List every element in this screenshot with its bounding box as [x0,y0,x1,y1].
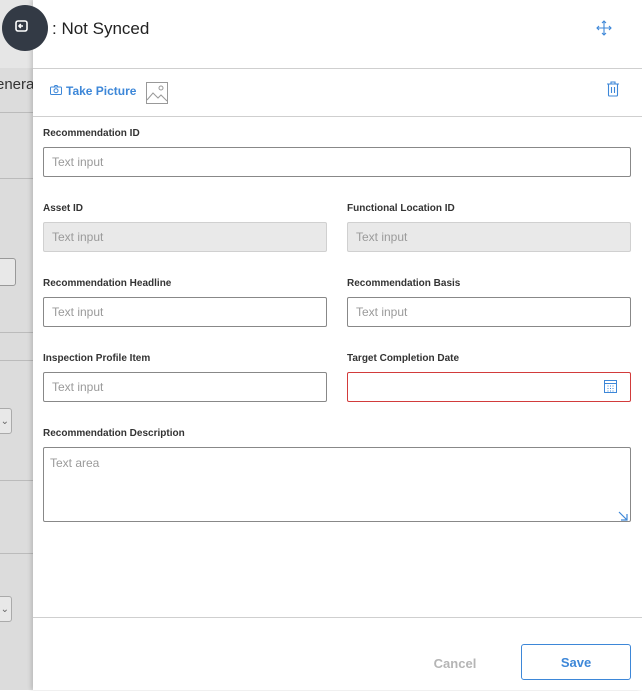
panel-title: : Not Synced [52,19,150,38]
recommendation-description-label: Recommendation Description [43,428,185,439]
target-completion-date-input[interactable] [347,372,631,402]
background-select: ⌄ [0,408,12,434]
cancel-button[interactable]: Cancel [425,651,485,675]
recommendation-basis-input[interactable] [347,297,631,327]
toolbar: Take Picture [33,69,642,117]
recommendation-description-textarea[interactable] [43,447,631,522]
functional-location-id-label: Functional Location ID [347,203,455,214]
expand-icon[interactable] [596,20,612,36]
asset-id-input [43,222,327,252]
panel-footer: Cancel Save [33,617,642,691]
nav-back-button[interactable] [2,5,48,51]
resize-handle-icon[interactable] [618,508,628,521]
inspection-profile-item-label: Inspection Profile Item [43,353,151,364]
image-icon[interactable] [146,82,168,104]
recommendation-headline-input[interactable] [43,297,327,327]
save-button[interactable]: Save [521,644,631,680]
trash-icon[interactable] [606,81,620,97]
functional-location-id-input [347,222,631,252]
background-select: ⌄ [0,596,12,622]
nav-back-icon [14,18,30,39]
panel-header: : Not Synced [33,0,642,69]
recommendation-basis-label: Recommendation Basis [347,278,461,289]
inspection-profile-item-input[interactable] [43,372,327,402]
recommendation-panel: : Not Synced Take Picture Recommendation… [33,0,642,690]
recommendation-id-label: Recommendation ID [43,128,140,139]
recommendation-id-input[interactable] [43,147,631,177]
target-completion-date-label: Target Completion Date [347,353,460,364]
take-picture-button[interactable]: Take Picture [50,84,136,98]
calendar-icon[interactable] [604,379,617,393]
asset-id-label: Asset ID [43,203,84,214]
background-input [0,258,16,286]
take-picture-label: Take Picture [66,84,137,98]
recommendation-headline-label: Recommendation Headline [43,278,172,289]
camera-icon [50,84,62,98]
